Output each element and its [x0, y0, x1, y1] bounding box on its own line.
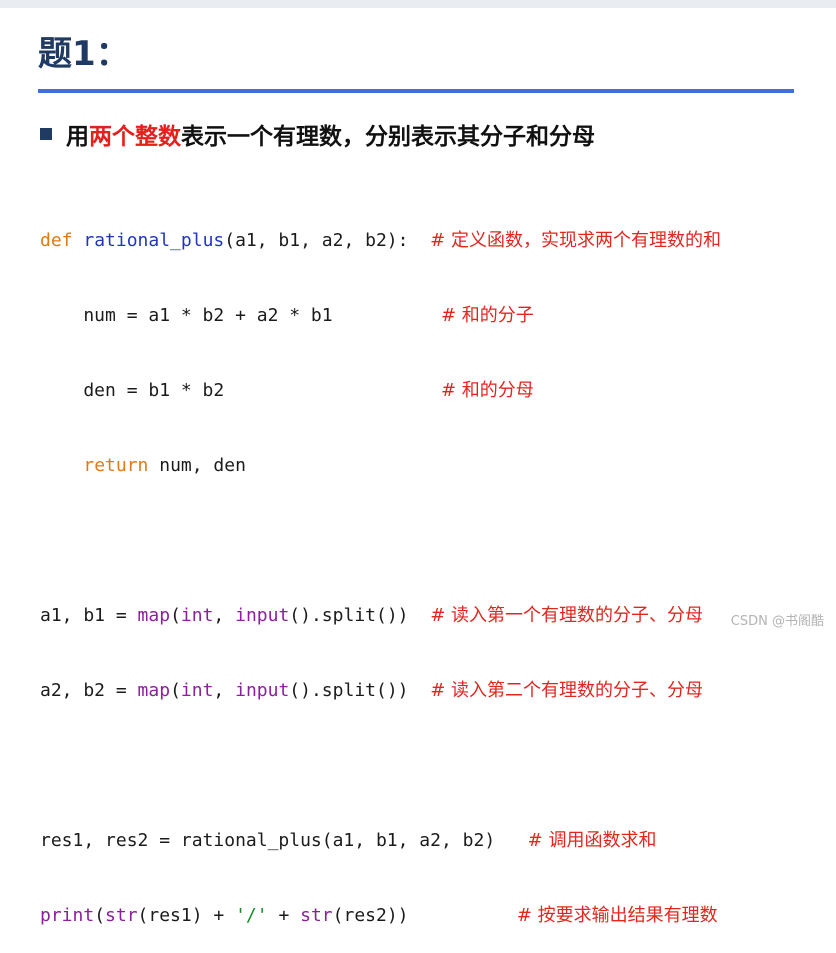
bullet-suffix: 表示一个有理数，分别表示其分子和分母: [181, 123, 595, 150]
builtin: str: [105, 905, 138, 926]
code-text: res1, res2 = rational_plus(a1, b1, a2, b…: [40, 830, 528, 851]
builtin: int: [180, 680, 214, 701]
slide-title: 题1：: [38, 34, 130, 74]
keyword: def: [40, 230, 73, 251]
code-text: a2, b2 =: [40, 680, 138, 701]
code-text: (: [170, 680, 181, 701]
code-comment: # 定义函数，实现求两个有理数的和: [430, 230, 721, 251]
code-text: (: [94, 905, 106, 926]
builtin: map: [137, 680, 171, 701]
code-text: ,: [213, 680, 236, 701]
code-line: print(str(res1) + '/' + str(res2)) # 按要求…: [40, 903, 721, 928]
string-literal: '/': [235, 905, 268, 926]
code-comment: # 和的分母: [440, 380, 534, 401]
code-text: a1, b1 =: [40, 605, 138, 626]
code-comment: # 读入第二个有理数的分子、分母: [430, 680, 703, 701]
code-text: den = b1 * b2: [40, 380, 441, 401]
keyword: return: [83, 455, 149, 476]
code-line: den = b1 * b2 # 和的分母: [40, 378, 721, 403]
code-line: a2, b2 = map(int, input().split()) # 读入第…: [40, 678, 721, 703]
bullet-prefix: 用: [66, 123, 89, 150]
builtin: print: [40, 905, 95, 926]
code-text: ,: [213, 605, 236, 626]
title-underline: [38, 89, 794, 93]
code-line: res1, res2 = rational_plus(a1, b1, a2, b…: [40, 828, 721, 853]
code-text: (: [170, 605, 181, 626]
code-text: (res1) +: [137, 905, 236, 926]
code-text: +: [267, 905, 301, 926]
code-line: return num, den: [40, 453, 721, 478]
code-text: (a1, b1, a2, b2):: [224, 230, 431, 251]
bullet-point: 用 两个整数 表示一个有理数，分别表示其分子和分母: [40, 116, 595, 152]
code-line: num = a1 * b2 + a2 * b1 # 和的分子: [40, 303, 721, 328]
code-text: num = a1 * b2 + a2 * b1: [40, 305, 441, 326]
code-line: def rational_plus(a1, b1, a2, b2): # 定义函…: [40, 228, 721, 253]
code-comment: # 调用函数求和: [527, 830, 657, 851]
code-comment: # 和的分子: [440, 305, 534, 326]
function-name: rational_plus: [83, 230, 225, 251]
code-text: ().split()): [289, 605, 431, 626]
code-text: (res2)): [332, 905, 517, 926]
code-block: def rational_plus(a1, b1, a2, b2): # 定义函…: [40, 178, 721, 953]
builtin: int: [180, 605, 214, 626]
builtin: input: [235, 605, 290, 626]
code-comment: # 按要求输出结果有理数: [516, 905, 718, 926]
builtin: input: [235, 680, 290, 701]
watermark: CSDN @书阁酷: [730, 614, 824, 629]
bullet-square-icon: [40, 128, 52, 140]
code-line: a1, b1 = map(int, input().split()) # 读入第…: [40, 603, 721, 628]
builtin: map: [137, 605, 171, 626]
code-text: ().split()): [289, 680, 431, 701]
builtin: str: [300, 905, 333, 926]
top-strip: [0, 0, 836, 8]
code-text: num, den: [148, 455, 246, 476]
bullet-highlight: 两个整数: [89, 123, 181, 150]
code-comment: # 读入第一个有理数的分子、分母: [430, 605, 703, 626]
